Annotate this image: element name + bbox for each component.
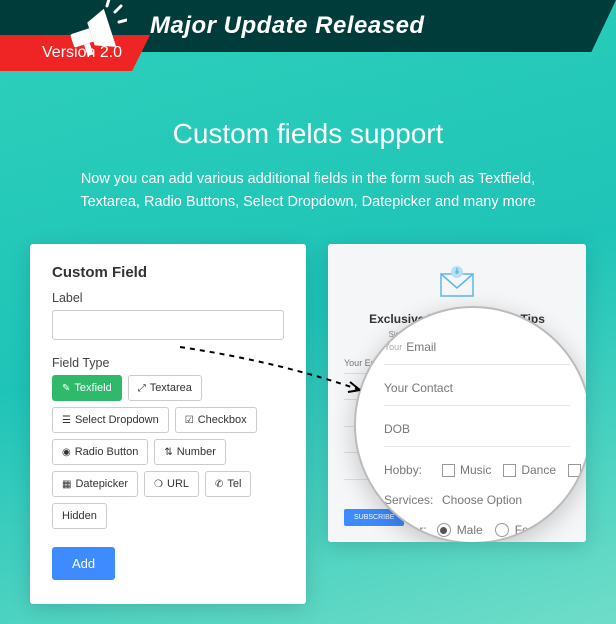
top-banner: Major Update Released Version 2.0 (0, 0, 616, 90)
checkbox-icon[interactable] (503, 464, 516, 477)
type-number-button[interactable]: ⇅Number (154, 439, 226, 465)
hero-heading: Custom fields support (56, 118, 560, 150)
radio-icon: ◉ (62, 447, 71, 458)
type-radio-button[interactable]: ◉Radio Button (52, 439, 148, 465)
label-title: Label (52, 291, 284, 305)
banner-title: Major Update Released (150, 12, 425, 40)
add-button[interactable]: Add (52, 547, 115, 580)
label-input[interactable] (52, 310, 284, 340)
services-value[interactable]: Choose Option (442, 493, 522, 507)
radio-icon[interactable] (495, 523, 509, 537)
lens-email-row: YourEmail (384, 340, 570, 365)
type-texfield-button[interactable]: ✎Texfield (52, 375, 122, 401)
field-type-title: Field Type (52, 356, 284, 370)
type-textarea-button[interactable]: ⤢Textarea (128, 375, 202, 401)
custom-field-heading: Custom Field (52, 264, 284, 281)
type-select-dropdown-button[interactable]: ☰Select Dropdown (52, 407, 169, 433)
hobby-label: Hobby: (384, 463, 442, 477)
hero-section: Custom fields support Now you can add va… (0, 90, 616, 244)
type-url-button[interactable]: ❍URL (144, 471, 199, 497)
checkbox-icon[interactable] (568, 464, 581, 477)
field-type-group: ✎Texfield ⤢Textarea ☰Select Dropdown ☑Ch… (52, 375, 284, 529)
checkbox-icon[interactable] (442, 464, 455, 477)
list-icon: ☰ (62, 415, 71, 426)
lens-contact-row: Your Contact (384, 381, 570, 406)
envelope-icon (435, 264, 479, 302)
calendar-icon: ▦ (62, 479, 71, 490)
lens-services-row: Services: Choose Option (384, 493, 570, 507)
phone-icon: ✆ (215, 479, 223, 490)
check-icon: ☑ (185, 415, 194, 426)
sort-icon: ⇅ (164, 447, 172, 458)
type-datepicker-button[interactable]: ▦Datepicker (52, 471, 138, 497)
lens-dob-row: DOB (384, 422, 570, 447)
type-checkbox-button[interactable]: ☑Checkbox (175, 407, 257, 433)
zoom-lens: YourEmail Your Contact DOB Hobby: Music … (354, 306, 586, 542)
megaphone-icon (55, 0, 127, 70)
type-tel-button[interactable]: ✆Tel (205, 471, 251, 497)
type-hidden-button[interactable]: Hidden (52, 503, 107, 529)
radio-icon[interactable] (437, 523, 451, 537)
lens-hobby-row: Hobby: Music Dance Draw (384, 463, 570, 477)
services-label: Services: (384, 493, 442, 507)
pencil-icon: ✎ (62, 383, 70, 394)
expand-icon: ⤢ (138, 383, 146, 394)
custom-field-card: Custom Field Label Field Type ✎Texfield … (30, 244, 306, 604)
hero-description: Now you can add various additional field… (56, 168, 560, 214)
preview-card: Exclusive Traffic and SEO Tips Signup to… (328, 244, 586, 542)
globe-icon: ❍ (154, 479, 163, 490)
